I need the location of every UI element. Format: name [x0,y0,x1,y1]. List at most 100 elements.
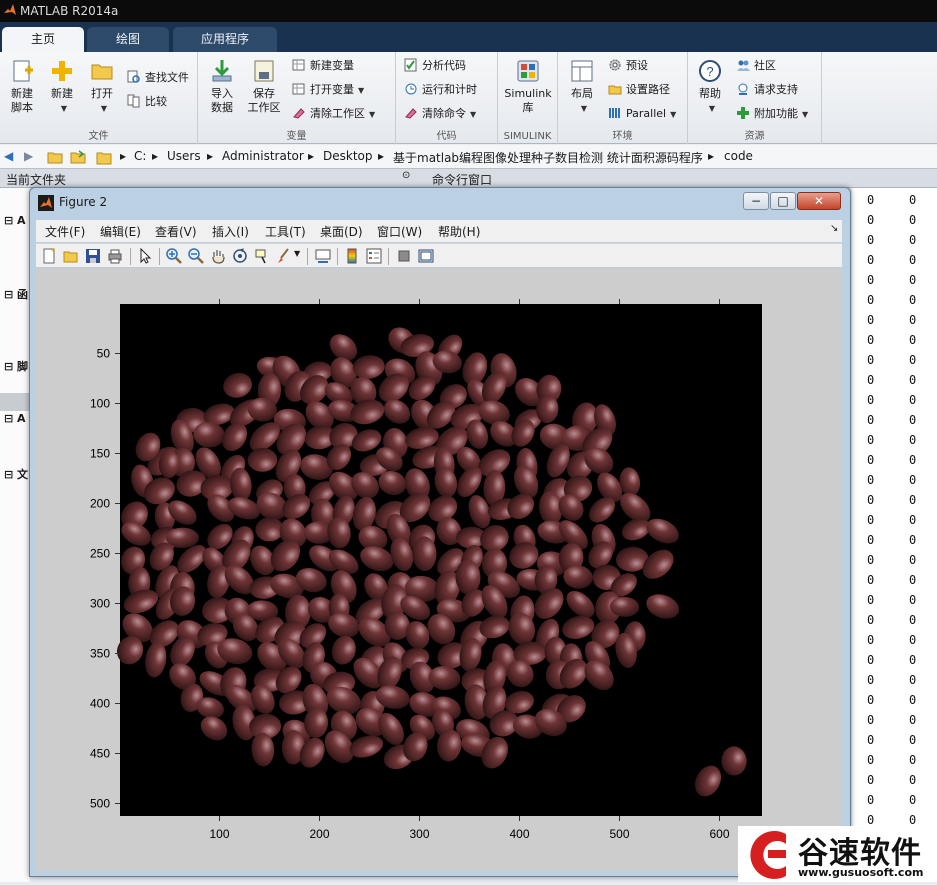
clear-workspace-dropdown-arrow[interactable]: ▼ [369,110,375,119]
path-segment-code[interactable]: code [724,149,753,163]
open-label: 打开 [91,87,113,100]
menu-file[interactable]: 文件(F) [45,223,85,240]
new-dropdown-arrow[interactable]: ▼ [61,104,67,113]
simulink-library-button[interactable]: Simulink 库 [504,58,552,115]
clear-workspace-button[interactable]: 清除工作区 ▼ [292,104,375,124]
menu-window[interactable]: 窗口(W) [377,223,422,240]
layout-button[interactable]: 布局 ▼ [562,58,602,116]
save-icon[interactable] [85,248,101,264]
community-button[interactable]: 社区 [736,56,776,76]
path-segment-c[interactable]: C: [134,149,146,163]
menu-view[interactable]: 查看(V) [155,223,197,240]
print-icon[interactable] [107,248,123,264]
section-a1[interactable]: ⊟ A [4,214,26,227]
new-script-button[interactable]: 新建 脚本 [2,58,42,115]
open-variable-button[interactable]: 打开变量 ▼ [292,80,364,100]
analyze-code-button[interactable]: 分析代码 [404,56,466,76]
menu-desktop[interactable]: 桌面(D) [320,223,363,240]
compare-button[interactable]: 比较 [127,92,167,112]
community-icon [737,60,750,71]
open-file-icon[interactable] [63,248,79,264]
y-tick-label: 150 [90,447,110,461]
tab-apps[interactable]: 应用程序 [173,27,277,52]
app-titlebar: MATLAB R2014a [0,0,937,22]
output-zero: 0 [909,293,916,307]
help-icon: ? [699,60,721,82]
path-segment-administrator[interactable]: Administrator [222,149,304,163]
output-zero: 0 [867,773,874,787]
section-files[interactable]: ⊟ 文 [4,466,28,482]
code-group-label: 代码 [436,131,457,142]
rotate-3d-icon[interactable] [232,248,248,264]
help-dropdown-arrow[interactable]: ▼ [709,104,715,113]
open-variable-icon [292,83,305,95]
open-variable-dropdown-arrow[interactable]: ▼ [358,86,364,95]
new-figure-icon[interactable] [41,248,57,264]
colorbar-icon[interactable] [344,248,360,264]
show-plot-tools-icon[interactable] [418,248,434,264]
find-files-button[interactable]: 查找文件 [127,68,189,88]
output-zero: 0 [909,633,916,647]
request-support-button[interactable]: 请求支持 [736,80,798,100]
brush-icon[interactable] [276,248,292,264]
brush-dropdown-arrow[interactable]: ▼ [294,249,300,258]
plus-icon [52,61,72,81]
layout-dropdown-arrow[interactable]: ▼ [581,104,587,113]
clear-commands-button[interactable]: 清除命令 ▼ [404,104,476,124]
data-cursor-icon[interactable] [254,248,270,264]
output-zero: 0 [909,813,916,827]
new-script-label-2: 脚本 [11,101,33,114]
gear-icon [609,59,621,71]
add-ons-dropdown-arrow[interactable]: ▼ [802,110,808,119]
zoom-out-icon[interactable] [188,248,204,264]
link-plot-icon[interactable] [315,248,331,264]
path-segment-users[interactable]: Users [167,149,201,163]
back-arrow-icon[interactable]: ◀ [4,149,13,163]
browse-folder-icon[interactable] [70,149,86,165]
minimize-button[interactable]: − [743,192,769,210]
section-functions[interactable]: ⊟ 函 [4,286,28,302]
section-a2[interactable]: ⊟ A [4,412,26,425]
parallel-dropdown-arrow[interactable]: ▼ [670,110,676,119]
add-ons-button[interactable]: 附加功能 ▼ [736,104,808,124]
preferences-button[interactable]: 预设 [608,56,648,76]
x-tick-label: 100 [209,827,229,841]
close-button[interactable]: ✕ [797,192,841,210]
open-button[interactable]: 打开 ▼ [82,58,122,116]
forward-arrow-icon[interactable]: ▶ [24,149,33,163]
new-script-icon [13,60,33,82]
menu-help[interactable]: 帮助(H) [438,223,480,240]
figure-menubar: 文件(F) 编辑(E) 查看(V) 插入(I) 工具(T) 桌面(D) 窗口(W… [36,220,842,242]
section-scripts[interactable]: ⊟ 脚 [4,358,28,374]
path-segment-project[interactable]: 基于matlab编程图像处理种子数目检测 统计面积源码程序 [393,149,703,166]
import-data-button[interactable]: 导入 数据 [202,58,242,115]
open-dropdown-arrow[interactable]: ▼ [101,104,107,113]
path-segment-desktop[interactable]: Desktop [323,149,373,163]
hide-plot-tools-icon[interactable] [396,248,412,264]
run-and-time-button[interactable]: 运行和计时 [404,80,477,100]
new-button[interactable]: 新建 ▼ [42,58,82,116]
tab-home[interactable]: 主页 [2,27,84,52]
tab-plots[interactable]: 绘图 [87,27,169,52]
current-folder-menu-icon[interactable]: ⊙ [402,170,410,181]
up-folder-icon[interactable] [47,149,63,165]
set-path-button[interactable]: 设置路径 [608,80,670,100]
clear-commands-dropdown-arrow[interactable]: ▼ [470,110,476,119]
pointer-icon[interactable] [137,248,153,264]
save-label-2: 工作区 [247,101,281,114]
run-and-time-label: 运行和计时 [422,83,477,96]
zoom-in-icon[interactable] [166,248,182,264]
output-zero: 0 [909,713,916,727]
legend-icon[interactable] [366,248,382,264]
layout-icon [571,60,593,82]
menu-edit[interactable]: 编辑(E) [100,223,141,240]
help-button[interactable]: ? 帮助 ▼ [690,58,730,116]
dock-arrow-icon[interactable]: ↘ [830,223,838,234]
menu-tools[interactable]: 工具(T) [265,223,306,240]
maximize-button[interactable]: □ [770,192,796,210]
save-workspace-button[interactable]: 保存 工作区 [244,58,284,115]
pan-icon[interactable] [210,248,226,264]
parallel-button[interactable]: Parallel ▼ [608,104,676,124]
menu-insert[interactable]: 插入(I) [212,223,249,240]
new-variable-button[interactable]: 新建变量 [292,56,354,76]
